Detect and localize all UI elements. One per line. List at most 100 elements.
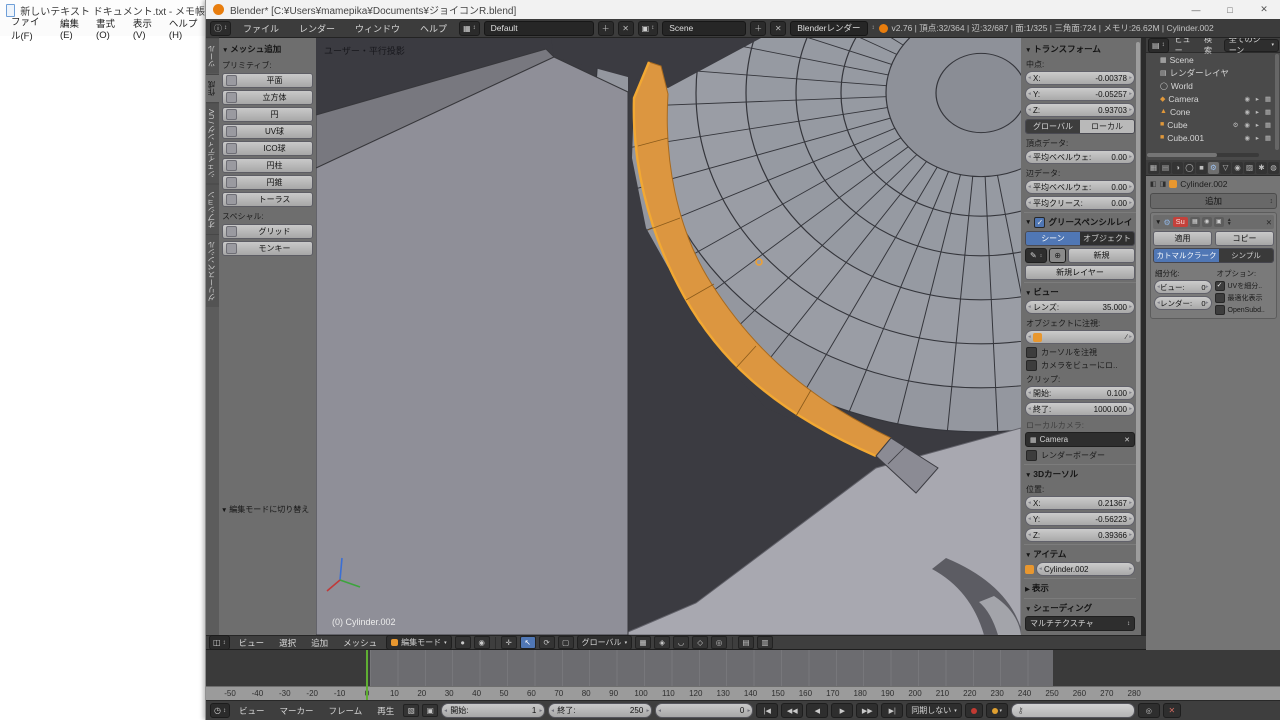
timeline-editor-icon[interactable]: ◷↕ [210,703,230,718]
gpencil-target-icon[interactable]: ⊕ [1049,248,1066,263]
shading-panel-header[interactable]: シェーディング [1024,598,1136,616]
sync-dropdown[interactable]: 同期しない▾ [906,703,962,718]
edge-data-field[interactable]: 平均ベベルウェ:0.00 [1025,180,1135,194]
median-coord-field[interactable]: X:-0.00378 [1025,71,1135,85]
outliner-row[interactable]: ◆ Camera ◉ ▸ ▦ [1146,92,1280,105]
tab-render-layers-icon[interactable]: ▤ [1160,162,1171,174]
notepad-menu-item[interactable]: 編集(E) [53,16,89,41]
timeline-menu-item[interactable]: 再生 [371,705,400,717]
editor-type-button[interactable]: ⓘ↕ [210,21,231,36]
subdiv-view-field[interactable]: ビュー:0 [1154,280,1212,294]
item-name-field[interactable]: Cylinder.002 [1036,562,1135,576]
item-panel-header[interactable]: アイテム [1024,544,1136,562]
outliner-row[interactable]: ■ Cube ⚙ ◉ ▸ ▦ [1146,118,1280,131]
toolshelf-tab[interactable]: 作成 [206,74,219,102]
outliner-row[interactable]: ■ Cube.001 ◉ ▸ ▦ [1146,131,1280,144]
topbar-menu-item[interactable]: ウィンドウ [347,22,408,35]
add-primitive-button[interactable]: 円柱 [222,158,313,173]
viewport-editor-icon[interactable]: ◫↕ [209,635,230,650]
option-checkbox[interactable] [1215,293,1225,303]
add-special-button[interactable]: グリッド [222,224,313,239]
toolshelf-tab[interactable]: シェイディング / UV [206,102,219,184]
playback-button[interactable]: ▶▶ [856,703,878,718]
add-special-button[interactable]: モンキー [222,241,313,256]
outliner-restrict-icons[interactable]: ⚙ ◉ ▸ ▦ [1233,121,1280,129]
outliner-row[interactable]: ▤ レンダーレイヤ [1146,66,1280,79]
render-opengl-icon[interactable]: ▤ [738,636,754,649]
render-border-row[interactable]: レンダーボーダー [1024,449,1136,462]
add-primitive-button[interactable]: 円錐 [222,175,313,190]
keying-set-dropdown[interactable]: ▾ [986,703,1008,718]
minimize-button[interactable]: — [1179,0,1213,19]
timeline-playhead[interactable] [366,650,368,700]
frame-lock-icon[interactable]: ▣ [422,704,438,717]
clip-start-field[interactable]: 開始:0.100 [1025,386,1135,400]
mesh-add-panel-header[interactable]: メッシュ追加 [220,41,315,58]
record-button[interactable] [965,703,983,718]
manipulator-rotate-icon[interactable]: ⟳ [539,636,555,649]
scene-icon[interactable]: ▣↕ [638,21,659,36]
vertex-bevel-field[interactable]: 平均ベベルウェ:0.00 [1025,150,1135,164]
notepad-menu-item[interactable]: ヘルプ(H) [162,16,205,41]
tab-world-icon[interactable]: ◯ [1184,162,1195,174]
scene-selector[interactable]: Scene [662,21,746,36]
render-border-checkbox[interactable] [1026,450,1037,461]
pivot-center-icon[interactable]: ◉ [474,636,490,649]
gpencil-draw-icon[interactable]: ✎↕ [1025,248,1047,263]
snap-element-icon[interactable]: ◇ [692,636,708,649]
modifier-name-field[interactable]: Su [1173,217,1188,227]
gpencil-new-button[interactable]: 新規 [1068,248,1135,263]
add-modifier-button[interactable]: 追加 [1150,193,1277,209]
tab-particles-icon[interactable]: ✱ [1256,162,1267,174]
viewport-visibility-icon[interactable]: ◉ [1202,217,1212,227]
expand-icon[interactable]: ▼ [1155,219,1161,226]
tab-material-icon[interactable]: ◉ [1232,162,1243,174]
blender-titlebar[interactable]: Blender* [C:¥Users¥mamepika¥Documents¥ジョ… [206,0,1280,19]
playback-button[interactable]: ◀◀ [781,703,803,718]
cursor-coord-field[interactable]: Z:0.39366 [1025,528,1135,542]
add-primitive-button[interactable]: トーラス [222,192,313,207]
breadcrumb-back-icon[interactable]: ◧ [1150,180,1157,188]
mode-dropdown[interactable]: 編集モード ▾ [386,635,452,650]
tab-modifiers-icon[interactable]: ⚙ [1208,162,1219,174]
render-visibility-icon[interactable]: ▦ [1190,217,1200,227]
lens-field[interactable]: レンズ:35.000 [1025,300,1135,314]
outliner-search-menu[interactable]: 検索 [1201,38,1221,56]
outliner-row[interactable]: ◯ World [1146,79,1280,92]
timeline-menu-item[interactable]: マーカー [274,705,320,717]
add-primitive-button[interactable]: 平面 [222,73,313,88]
breadcrumb-object-name[interactable]: Cylinder.002 [1180,179,1227,189]
layout-icon[interactable]: ▦↕ [459,21,480,36]
breadcrumb-pin-icon[interactable]: ◨ [1160,180,1167,188]
viewport-3d[interactable]: ユーザー・平行投影 (0) Cylinder.002 [316,38,1021,635]
outliner-row[interactable]: ▲ Cone ◉ ▸ ▦ [1146,105,1280,118]
median-coord-field[interactable]: Z:0.93703 [1025,103,1135,117]
add-primitive-button[interactable]: UV球 [222,124,313,139]
view-panel-header[interactable]: ビュー [1024,282,1136,300]
keying-set-field[interactable]: ⚷ [1011,703,1135,718]
global-button[interactable]: グローバル [1026,120,1080,133]
median-coord-field[interactable]: Y:-0.05257 [1025,87,1135,101]
proportional-edit-icon[interactable]: ◎ [711,636,727,649]
edit-mode-panel-header[interactable]: 編集モードに切り替え [221,504,309,515]
add-primitive-button[interactable]: 立方体 [222,90,313,105]
apply-button[interactable]: 適用 [1153,231,1212,246]
gpencil-scene-tab[interactable]: シーン [1026,232,1080,245]
notepad-menu-item[interactable]: 表示(V) [126,16,162,41]
editmode-visibility-icon[interactable]: ▣ [1214,217,1224,227]
eyedropper-icon[interactable]: ∕ [1126,334,1127,341]
manipulator-translate-icon[interactable]: ↖ [520,636,536,649]
manipulator-scale-icon[interactable]: ▢ [558,636,574,649]
move-modifier-icons[interactable]: ▲▼ [1227,218,1232,226]
modifier-option-row[interactable]: OpenSubd.. [1215,304,1275,316]
outliner-filter-dropdown[interactable]: 全てのシーン▾ [1224,39,1279,52]
tab-data-icon[interactable]: ▽ [1220,162,1231,174]
toolshelf-tab[interactable]: ツール [206,38,219,74]
shading-sphere-icon[interactable]: ● [455,636,471,649]
outliner-view-menu[interactable]: ビュー [1172,38,1198,56]
tab-texture-icon[interactable]: ▨ [1244,162,1255,174]
playback-button[interactable]: ▶ [831,703,853,718]
end-frame-field[interactable]: 終了:250 [548,703,652,718]
modifier-option-row[interactable]: 最適化表示 [1215,292,1275,304]
current-frame-field[interactable]: 0 [655,703,753,718]
